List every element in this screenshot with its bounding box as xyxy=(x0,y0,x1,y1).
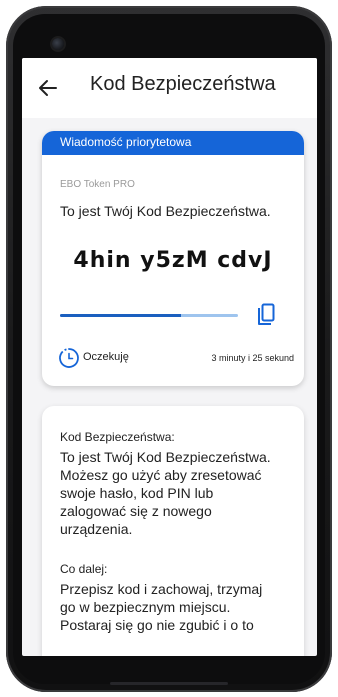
code-info-text: To jest Twój Kod Bezpieczeństwa. xyxy=(60,203,271,219)
code-details-card: Kod Bezpieczeństwa: To jest Twój Kod Bez… xyxy=(42,406,304,656)
body-line: Przepisz kod i zachowaj, trzymaj xyxy=(60,581,263,597)
priority-card-header-label: Wiadomość priorytetowa xyxy=(60,135,192,149)
page-title: Kod Bezpieczeństwa xyxy=(90,73,276,95)
priority-card-header: Wiadomość priorytetowa xyxy=(42,131,304,155)
copy-icon[interactable] xyxy=(256,303,276,327)
expiry-progress-bar xyxy=(60,314,238,317)
bottom-speaker-grill xyxy=(110,682,228,685)
security-code[interactable]: 4hin y5zM cdvJ xyxy=(42,248,304,273)
expiry-progress-fill xyxy=(60,314,182,317)
body-line: Możesz go użyć aby zresetować xyxy=(60,467,262,483)
section-body-next: Przepisz kod i zachowaj, trzymaj go w be… xyxy=(60,580,300,634)
section-title-next: Co dalej: xyxy=(60,562,108,576)
section-title-code: Kod Bezpieczeństwa: xyxy=(60,430,175,444)
time-remaining: 3 minuty i 25 sekund xyxy=(211,353,294,363)
section-body-code: To jest Twój Kod Bezpieczeństwa. Możesz … xyxy=(60,448,300,538)
body-line: go w bezpiecznym miejscu. xyxy=(60,599,231,615)
body-line: swoje hasło, kod PIN lub xyxy=(60,485,214,501)
priority-message-card: Wiadomość priorytetowa EBO Token PRO To … xyxy=(42,131,304,386)
token-name: EBO Token PRO xyxy=(60,179,135,190)
body-line: zalogować się z nowego xyxy=(60,503,212,519)
app-screen: Kod Bezpieczeństwa Wiadomość priorytetow… xyxy=(22,58,317,656)
clock-icon xyxy=(59,348,79,368)
arrow-left-icon[interactable] xyxy=(36,76,60,100)
phone-device: Kod Bezpieczeństwa Wiadomość priorytetow… xyxy=(0,0,338,697)
body-line: Postaraj się go nie zgubić i o to xyxy=(60,617,254,633)
body-line: urządzenia. xyxy=(60,521,133,537)
status-label: Oczekuję xyxy=(83,351,129,363)
body-line: To jest Twój Kod Bezpieczeństwa. xyxy=(60,449,271,465)
app-bar: Kod Bezpieczeństwa xyxy=(22,58,317,118)
front-camera-icon xyxy=(52,38,64,50)
